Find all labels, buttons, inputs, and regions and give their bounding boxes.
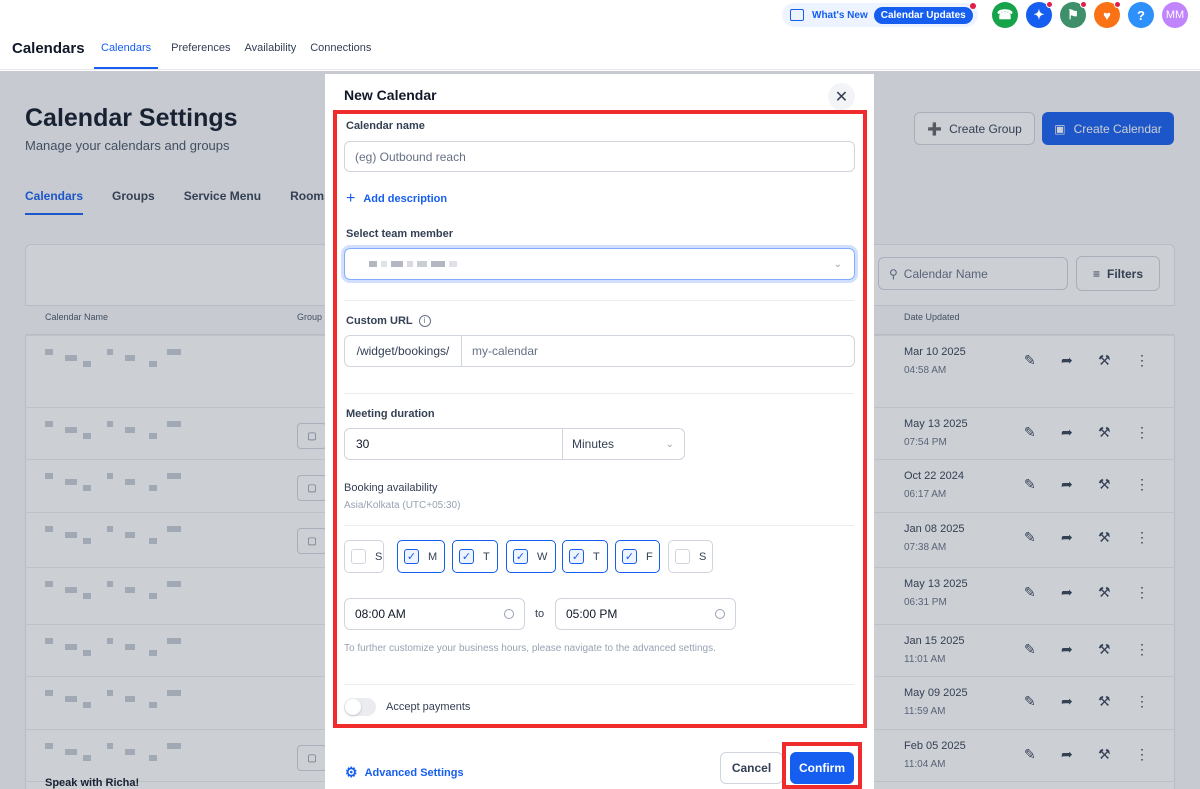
- checkbox-icon: [351, 549, 366, 564]
- duration-unit-value: Minutes: [572, 437, 615, 451]
- divider: [344, 393, 854, 394]
- cancel-button[interactable]: Cancel: [720, 752, 783, 784]
- day-label: F: [646, 550, 653, 563]
- booking-availability-label: Booking availability: [344, 482, 438, 494]
- url-prefix: /widget/bookings/: [345, 336, 462, 366]
- day-label: S: [699, 550, 707, 563]
- day-label: M: [428, 550, 438, 563]
- top-tabs: Calendars Preferences Availability Conne…: [94, 32, 378, 69]
- calendar-updates-badge: Calendar Updates: [873, 6, 973, 24]
- team-member-label: Select team member: [346, 228, 453, 240]
- checkmark-icon: ✓: [459, 549, 474, 564]
- chevron-down-icon: ⌄: [665, 438, 674, 450]
- checkbox-icon: [675, 549, 690, 564]
- checkmark-icon: ✓: [622, 549, 637, 564]
- divider: [344, 684, 854, 685]
- megaphone-icon: ⚑: [1067, 7, 1079, 22]
- modal-title: New Calendar: [344, 87, 437, 103]
- notification-dot: [1114, 1, 1121, 8]
- magic-button[interactable]: ✦: [1026, 1, 1053, 28]
- custom-url-label-text: Custom URL: [346, 315, 413, 327]
- timezone-text: Asia/Kolkata (UTC+05:30): [344, 500, 461, 511]
- megaphone-button[interactable]: ⚑: [1060, 1, 1087, 28]
- notification-dot: [1080, 1, 1087, 8]
- custom-url-input[interactable]: my-calendar: [462, 336, 854, 366]
- chevron-down-icon: ⌄: [833, 258, 842, 270]
- whats-new-button[interactable]: What's New Calendar Updates: [782, 3, 978, 27]
- notification-dot: [970, 3, 976, 9]
- confirm-button[interactable]: Confirm: [790, 752, 854, 784]
- help-button[interactable]: ?: [1128, 2, 1154, 28]
- avatar[interactable]: MM: [1162, 2, 1188, 28]
- announcement-icon: [790, 9, 804, 21]
- checkmark-icon: ✓: [569, 549, 584, 564]
- divider: [344, 525, 854, 526]
- checkmark-icon: ✓: [513, 549, 528, 564]
- advanced-settings-link[interactable]: ⚙ Advanced Settings: [345, 764, 464, 781]
- whats-new-label: What's New: [812, 9, 868, 21]
- close-icon: ✕: [834, 88, 849, 106]
- divider: [344, 300, 854, 301]
- meeting-duration-label: Meeting duration: [346, 408, 435, 420]
- day-checkbox-4[interactable]: ✓ T: [562, 540, 608, 573]
- phone-icon: ☎: [996, 7, 1014, 22]
- team-member-value: [369, 261, 457, 267]
- toggle-knob: [345, 699, 361, 715]
- day-checkbox-6[interactable]: S: [668, 540, 713, 573]
- end-time-input[interactable]: 05:00 PM: [555, 598, 736, 630]
- clock-icon: [715, 609, 725, 619]
- custom-url-label: Custom URL i: [346, 315, 431, 328]
- team-member-select[interactable]: ⌄: [344, 248, 855, 280]
- tab-availability[interactable]: Availability: [237, 32, 303, 69]
- day-label: T: [483, 550, 490, 563]
- day-label: S: [375, 550, 383, 563]
- sparkle-icon: ✦: [1033, 7, 1045, 22]
- duration-input[interactable]: 30: [345, 429, 563, 459]
- checkmark-icon: ✓: [404, 549, 419, 564]
- app-title: Calendars: [12, 40, 85, 57]
- tab-calendars[interactable]: Calendars: [94, 32, 159, 69]
- help-icon: ?: [1137, 7, 1145, 23]
- meeting-duration-field: 30 Minutes ⌄: [344, 428, 685, 460]
- accept-payments-toggle[interactable]: [344, 698, 376, 716]
- custom-url-field: /widget/bookings/ my-calendar: [344, 335, 855, 367]
- close-button[interactable]: ✕: [828, 83, 855, 110]
- top-bar: Calendars Calendars Preferences Availabi…: [0, 0, 1200, 70]
- plus-icon: +: [346, 190, 356, 207]
- tab-connections[interactable]: Connections: [303, 32, 378, 69]
- day-checkbox-0[interactable]: S: [344, 540, 384, 573]
- add-description-label: Add description: [363, 193, 448, 205]
- phone-button[interactable]: ☎: [992, 2, 1018, 28]
- start-time-input[interactable]: 08:00 AM: [344, 598, 525, 630]
- info-icon[interactable]: i: [418, 315, 431, 328]
- time-separator: to: [535, 608, 545, 620]
- business-hours-hint: To further customize your business hours…: [344, 643, 716, 654]
- custom-url-placeholder: my-calendar: [472, 344, 539, 358]
- calendar-name-label: Calendar name: [346, 120, 425, 132]
- clock-icon: [504, 609, 514, 619]
- duration-unit-select[interactable]: Minutes ⌄: [563, 429, 684, 459]
- day-label: T: [593, 550, 600, 563]
- advanced-settings-label: Advanced Settings: [364, 766, 464, 779]
- add-description-button[interactable]: + Add description: [346, 190, 447, 208]
- notifications-button[interactable]: ♥: [1094, 1, 1121, 28]
- day-checkbox-1[interactable]: ✓ M: [397, 540, 445, 573]
- accept-payments-label: Accept payments: [386, 701, 471, 713]
- bell-icon: ♥: [1103, 7, 1111, 23]
- new-calendar-modal: New Calendar ✕ Calendar name (eg) Outbou…: [325, 74, 874, 789]
- start-time-value: 08:00 AM: [355, 607, 406, 621]
- tab-preferences[interactable]: Preferences: [164, 32, 237, 69]
- day-label: W: [537, 550, 548, 563]
- calendar-name-input[interactable]: (eg) Outbound reach: [344, 141, 855, 172]
- day-checkbox-5[interactable]: ✓ F: [615, 540, 660, 573]
- gear-icon: ⚙: [345, 764, 358, 780]
- day-checkbox-2[interactable]: ✓ T: [452, 540, 498, 573]
- day-checkbox-3[interactable]: ✓ W: [506, 540, 556, 573]
- notification-dot: [1046, 1, 1053, 8]
- end-time-value: 05:00 PM: [566, 607, 618, 621]
- calendar-name-placeholder: (eg) Outbound reach: [355, 149, 466, 164]
